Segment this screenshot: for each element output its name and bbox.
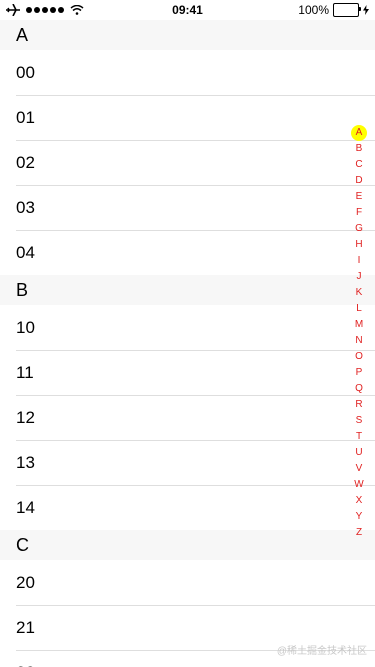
list-item[interactable]: 10 <box>0 305 375 350</box>
index-letter-x[interactable]: X <box>351 493 367 509</box>
list-item[interactable]: 12 <box>0 395 375 440</box>
index-letter-n[interactable]: N <box>351 333 367 349</box>
section-header: A <box>0 20 375 50</box>
index-letter-g[interactable]: G <box>351 221 367 237</box>
index-letter-j[interactable]: J <box>351 269 367 285</box>
section-index-bar[interactable]: ABCDEFGHIJKLMNOPQRSTUVWXYZ <box>351 125 367 541</box>
index-letter-r[interactable]: R <box>351 397 367 413</box>
section-header: B <box>0 275 375 305</box>
index-letter-z[interactable]: Z <box>351 525 367 541</box>
index-letter-y[interactable]: Y <box>351 509 367 525</box>
list-item[interactable]: 02 <box>0 140 375 185</box>
index-letter-b[interactable]: B <box>351 141 367 157</box>
index-letter-f[interactable]: F <box>351 205 367 221</box>
battery-percentage: 100% <box>298 3 329 17</box>
index-letter-d[interactable]: D <box>351 173 367 189</box>
charging-icon <box>363 5 369 15</box>
index-letter-a[interactable]: A <box>351 125 367 141</box>
list-item[interactable]: 14 <box>0 485 375 530</box>
section-b: B 10 11 12 13 14 <box>0 275 375 530</box>
index-letter-v[interactable]: V <box>351 461 367 477</box>
index-letter-u[interactable]: U <box>351 445 367 461</box>
index-letter-t[interactable]: T <box>351 429 367 445</box>
index-letter-h[interactable]: H <box>351 237 367 253</box>
contacts-list[interactable]: A 00 01 02 03 04 B 10 11 12 13 14 C 20 2… <box>0 20 375 667</box>
battery-icon <box>333 3 361 17</box>
status-bar: 09:41 100% <box>0 0 375 20</box>
list-item[interactable]: 00 <box>0 50 375 95</box>
index-letter-c[interactable]: C <box>351 157 367 173</box>
status-right: 100% <box>298 3 369 17</box>
list-item[interactable]: 13 <box>0 440 375 485</box>
list-item[interactable]: 03 <box>0 185 375 230</box>
index-letter-s[interactable]: S <box>351 413 367 429</box>
list-item[interactable]: 04 <box>0 230 375 275</box>
index-letter-l[interactable]: L <box>351 301 367 317</box>
index-letter-p[interactable]: P <box>351 365 367 381</box>
index-letter-q[interactable]: Q <box>351 381 367 397</box>
list-item[interactable]: 01 <box>0 95 375 140</box>
index-letter-i[interactable]: I <box>351 253 367 269</box>
index-letter-e[interactable]: E <box>351 189 367 205</box>
section-header: C <box>0 530 375 560</box>
index-letter-m[interactable]: M <box>351 317 367 333</box>
watermark: @稀土掘金技术社区 <box>276 646 367 657</box>
section-a: A 00 01 02 03 04 <box>0 20 375 275</box>
index-letter-w[interactable]: W <box>351 477 367 493</box>
index-letter-k[interactable]: K <box>351 285 367 301</box>
index-letter-o[interactable]: O <box>351 349 367 365</box>
list-item[interactable]: 11 <box>0 350 375 395</box>
list-item[interactable]: 20 <box>0 560 375 605</box>
